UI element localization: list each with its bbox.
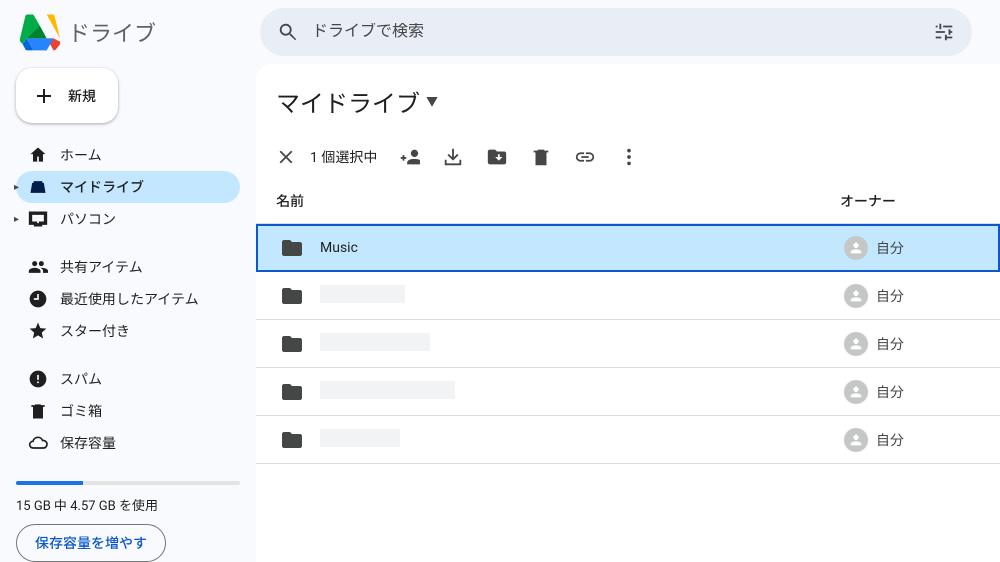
sidebar-item-label: 保存容量 [60, 433, 116, 453]
cloud-icon [28, 433, 48, 453]
mydrive-icon [28, 177, 48, 197]
sidebar-item-people[interactable]: 共有アイテム [16, 251, 240, 283]
sidebar-item-home[interactable]: ホーム [16, 139, 240, 171]
column-owner[interactable]: オーナー [840, 191, 980, 211]
sidebar-item-label: ホーム [60, 145, 102, 165]
table-row[interactable]: Music自分 [256, 224, 1000, 272]
file-owner: 自分 [844, 332, 984, 356]
file-owner: 自分 [844, 428, 984, 452]
file-owner: 自分 [844, 284, 984, 308]
folder-icon [280, 332, 304, 356]
search-options-icon[interactable] [924, 12, 964, 52]
storage-section: 15 GB 中 4.57 GB を使用 保存容量を増やす [16, 475, 240, 562]
sidebar-item-label: 最近使用したアイテム [60, 289, 199, 309]
sidebar: 新規 ホーム ▸ マイドライブ ▸ パソコン 共有アイテム最近使用したアイテムスター付き… [0, 64, 256, 562]
sidebar-item-label: スパム [60, 369, 102, 389]
workspace: 新規 ホーム ▸ マイドライブ ▸ パソコン 共有アイテム最近使用したアイテムスター付き… [0, 64, 1000, 562]
sidebar-item-cloud[interactable]: 保存容量 [16, 427, 240, 459]
avatar [844, 332, 868, 356]
people-icon [28, 257, 48, 277]
download-button[interactable] [433, 137, 473, 177]
sidebar-item-label: パソコン [60, 209, 116, 229]
sidebar-item-label: 共有アイテム [60, 257, 143, 277]
sidebar-item-mydrive[interactable]: ▸ マイドライブ [16, 171, 240, 203]
file-list: Music自分自分自分自分自分 [256, 224, 1000, 464]
spam-icon [28, 369, 48, 389]
file-name [320, 381, 844, 403]
header: ドライブ [0, 0, 1000, 64]
table-row[interactable]: 自分 [256, 368, 1000, 416]
expand-caret-icon[interactable]: ▸ [14, 214, 19, 225]
devices-icon [28, 209, 48, 229]
more-storage-label: 保存容量を増やす [35, 533, 147, 553]
sidebar-item-star[interactable]: スター付き [16, 315, 240, 347]
avatar [844, 236, 868, 260]
search-input[interactable] [308, 23, 924, 41]
table-row[interactable]: 自分 [256, 272, 1000, 320]
main-panel: マイドライブ ▼ 1 個選択中 [256, 64, 1000, 562]
share-button[interactable] [389, 137, 429, 177]
file-name [320, 429, 844, 451]
file-owner: 自分 [844, 380, 984, 404]
table-row[interactable]: 自分 [256, 320, 1000, 368]
sidebar-item-label: ゴミ箱 [60, 401, 102, 421]
storage-text: 15 GB 中 4.57 GB を使用 [16, 495, 240, 514]
folder-icon [280, 236, 304, 260]
file-owner: 自分 [844, 236, 984, 260]
column-name[interactable]: 名前 [276, 191, 840, 211]
page-title-text: マイドライブ [276, 84, 420, 119]
expand-caret-icon[interactable]: ▸ [14, 182, 19, 193]
avatar [844, 284, 868, 308]
selection-toolbar: 1 個選択中 [256, 133, 1000, 181]
brand[interactable]: ドライブ [8, 12, 252, 52]
table-header: 名前 オーナー [256, 181, 1000, 224]
sidebar-item-spam[interactable]: スパム [16, 363, 240, 395]
folder-icon [280, 428, 304, 452]
file-name [320, 285, 844, 307]
file-name [320, 333, 844, 355]
page-title[interactable]: マイドライブ ▼ [256, 64, 1000, 133]
chevron-down-icon: ▼ [426, 93, 438, 110]
plus-icon [32, 84, 56, 108]
file-name: Music [320, 240, 844, 256]
home-icon [28, 145, 48, 165]
new-button[interactable]: 新規 [16, 68, 118, 123]
sidebar-item-clock[interactable]: 最近使用したアイテム [16, 283, 240, 315]
close-selection-button[interactable] [266, 137, 306, 177]
new-button-label: 新規 [68, 86, 96, 106]
get-link-button[interactable] [565, 137, 605, 177]
avatar [844, 380, 868, 404]
table-row[interactable]: 自分 [256, 416, 1000, 464]
sidebar-item-trash[interactable]: ゴミ箱 [16, 395, 240, 427]
more-storage-button[interactable]: 保存容量を増やす [16, 524, 166, 562]
search-icon[interactable] [268, 12, 308, 52]
drive-logo-icon [20, 12, 60, 52]
more-actions-button[interactable] [609, 137, 649, 177]
folder-icon [280, 284, 304, 308]
delete-button[interactable] [521, 137, 561, 177]
sidebar-item-devices[interactable]: ▸ パソコン [16, 203, 240, 235]
folder-icon [280, 380, 304, 404]
search-bar[interactable] [260, 8, 972, 56]
move-button[interactable] [477, 137, 517, 177]
selection-count: 1 個選択中 [310, 147, 377, 167]
storage-bar [16, 481, 240, 485]
sidebar-item-label: スター付き [60, 321, 130, 341]
star-icon [28, 321, 48, 341]
sidebar-item-label: マイドライブ [60, 177, 144, 197]
brand-name: ドライブ [68, 16, 156, 48]
avatar [844, 428, 868, 452]
clock-icon [28, 289, 48, 309]
trash-icon [28, 401, 48, 421]
